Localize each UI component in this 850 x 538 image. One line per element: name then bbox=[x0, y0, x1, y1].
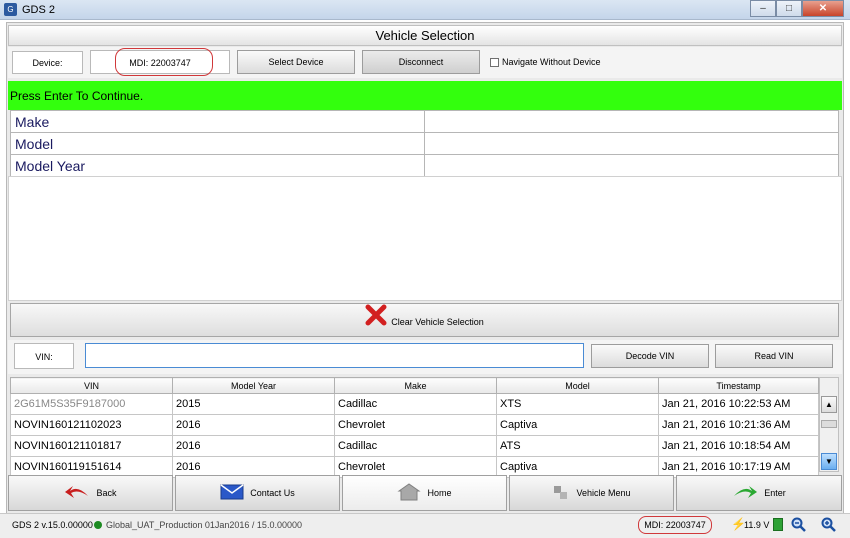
device-highlight-oval bbox=[115, 48, 213, 76]
read-vin-button[interactable]: Read VIN bbox=[715, 344, 833, 368]
close-button[interactable]: ✕ bbox=[802, 0, 844, 17]
zoom-out-icon[interactable] bbox=[791, 517, 807, 535]
vehicle-field-row: Make bbox=[10, 110, 839, 133]
contact-us-button[interactable]: Contact Us bbox=[175, 475, 340, 511]
cell-timestamp: Jan 21, 2016 10:18:54 AM bbox=[658, 435, 819, 457]
status-bar: GDS 2 v.15.0.00000 Global_UAT_Production… bbox=[0, 513, 850, 538]
clear-vehicle-selection-label: Clear Vehicle Selection bbox=[391, 317, 484, 327]
back-arrow-icon bbox=[64, 484, 90, 502]
cell-make: Chevrolet bbox=[334, 414, 497, 436]
red-x-icon bbox=[365, 304, 387, 340]
model-value bbox=[424, 132, 839, 155]
cell-model: Captiva bbox=[496, 414, 659, 436]
cell-model: ATS bbox=[496, 435, 659, 457]
status-banner: Press Enter To Continue. bbox=[8, 81, 842, 110]
make-value bbox=[424, 110, 839, 133]
title-bar: G GDS 2 – □ ✕ bbox=[0, 0, 850, 20]
cell-timestamp: Jan 21, 2016 10:22:53 AM bbox=[658, 393, 819, 415]
home-icon bbox=[397, 483, 422, 503]
cell-model-year: 2015 bbox=[172, 393, 335, 415]
connection-status-icon bbox=[94, 521, 102, 529]
cell-model-year: 2016 bbox=[172, 414, 335, 436]
vehicle-menu-button[interactable]: Vehicle Menu bbox=[509, 475, 674, 511]
column-header-vin[interactable]: VIN bbox=[10, 377, 173, 394]
cell-vin: NOVIN160121101817 bbox=[10, 435, 173, 457]
vin-input[interactable] bbox=[85, 343, 584, 368]
envelope-icon bbox=[220, 484, 244, 502]
scroll-thumb[interactable] bbox=[821, 420, 837, 428]
voltage-text: 11.9 V bbox=[744, 520, 770, 530]
scroll-down-button[interactable]: ▼ bbox=[821, 453, 837, 470]
page-title: Vehicle Selection bbox=[8, 25, 842, 46]
vin-history-table: VIN Model Year Make Model Timestamp 2G61… bbox=[10, 377, 819, 478]
enter-button[interactable]: Enter bbox=[676, 475, 842, 511]
column-header-model[interactable]: Model bbox=[496, 377, 659, 394]
make-label: Make bbox=[10, 110, 425, 133]
window-title: GDS 2 bbox=[22, 4, 56, 16]
vehicle-fields-table: Make Model Model Year bbox=[10, 110, 839, 177]
vin-label: VIN: bbox=[14, 343, 74, 369]
cell-vin: 2G61M5S35F9187000 bbox=[10, 393, 173, 415]
model-year-value bbox=[424, 154, 839, 177]
select-device-button[interactable]: Select Device bbox=[237, 50, 355, 74]
device-label: Device: bbox=[12, 51, 83, 74]
decode-vin-button[interactable]: Decode VIN bbox=[591, 344, 709, 368]
navigate-without-device-checkbox[interactable] bbox=[490, 58, 499, 67]
device-row: Device: MDI: 22003747 Select Device Disc… bbox=[8, 47, 842, 78]
version-text: GDS 2 v.15.0.00000 bbox=[12, 520, 93, 530]
bottom-nav: Back Contact Us Home Vehicle Menu Enter bbox=[8, 475, 842, 511]
scroll-up-button[interactable]: ▲ bbox=[821, 396, 837, 413]
back-label: Back bbox=[96, 488, 117, 498]
cell-model: XTS bbox=[496, 393, 659, 415]
table-header-row: VIN Model Year Make Model Timestamp bbox=[10, 377, 819, 394]
app-logo-icon: G bbox=[4, 3, 17, 16]
navigate-without-device-label: Navigate Without Device bbox=[502, 57, 601, 67]
enter-label: Enter bbox=[764, 488, 786, 498]
back-button[interactable]: Back bbox=[8, 475, 173, 511]
battery-icon bbox=[773, 518, 783, 531]
window-controls: – □ ✕ bbox=[750, 0, 844, 18]
history-scrollbar[interactable]: ▲ ▼ bbox=[819, 377, 839, 472]
table-row[interactable]: 2G61M5S35F9187000 2015 Cadillac XTS Jan … bbox=[10, 393, 819, 415]
table-row[interactable]: NOVIN160121102023 2016 Chevrolet Captiva… bbox=[10, 414, 819, 436]
column-header-model-year[interactable]: Model Year bbox=[172, 377, 335, 394]
minimize-button[interactable]: – bbox=[750, 0, 776, 17]
maximize-button[interactable]: □ bbox=[776, 0, 802, 17]
zoom-in-icon[interactable] bbox=[821, 517, 837, 535]
clear-vehicle-selection-button[interactable]: Clear Vehicle Selection bbox=[10, 303, 839, 337]
model-year-label: Model Year bbox=[10, 154, 425, 177]
enter-arrow-icon bbox=[732, 484, 758, 502]
mdi-status: MDI: 22003747 bbox=[638, 516, 712, 534]
home-button[interactable]: Home bbox=[342, 475, 507, 511]
cell-vin: NOVIN160121102023 bbox=[10, 414, 173, 436]
blank-panel bbox=[8, 176, 842, 301]
vin-row: VIN: Decode VIN Read VIN bbox=[8, 340, 842, 374]
column-header-timestamp[interactable]: Timestamp bbox=[658, 377, 819, 394]
model-label: Model bbox=[10, 132, 425, 155]
vehicle-menu-icon bbox=[552, 483, 570, 503]
server-text: Global_UAT_Production 01Jan2016 / 15.0.0… bbox=[106, 520, 302, 530]
cell-timestamp: Jan 21, 2016 10:21:36 AM bbox=[658, 414, 819, 436]
table-row[interactable]: NOVIN160121101817 2016 Cadillac ATS Jan … bbox=[10, 435, 819, 457]
vehicle-field-row: Model Year bbox=[10, 154, 839, 177]
column-header-make[interactable]: Make bbox=[334, 377, 497, 394]
cell-model-year: 2016 bbox=[172, 435, 335, 457]
cell-make: Cadillac bbox=[334, 393, 497, 415]
vehicle-field-row: Model bbox=[10, 132, 839, 155]
cell-make: Cadillac bbox=[334, 435, 497, 457]
home-label: Home bbox=[427, 488, 452, 498]
vehicle-menu-label: Vehicle Menu bbox=[576, 488, 631, 498]
contact-us-label: Contact Us bbox=[250, 488, 295, 498]
disconnect-button[interactable]: Disconnect bbox=[362, 50, 480, 74]
